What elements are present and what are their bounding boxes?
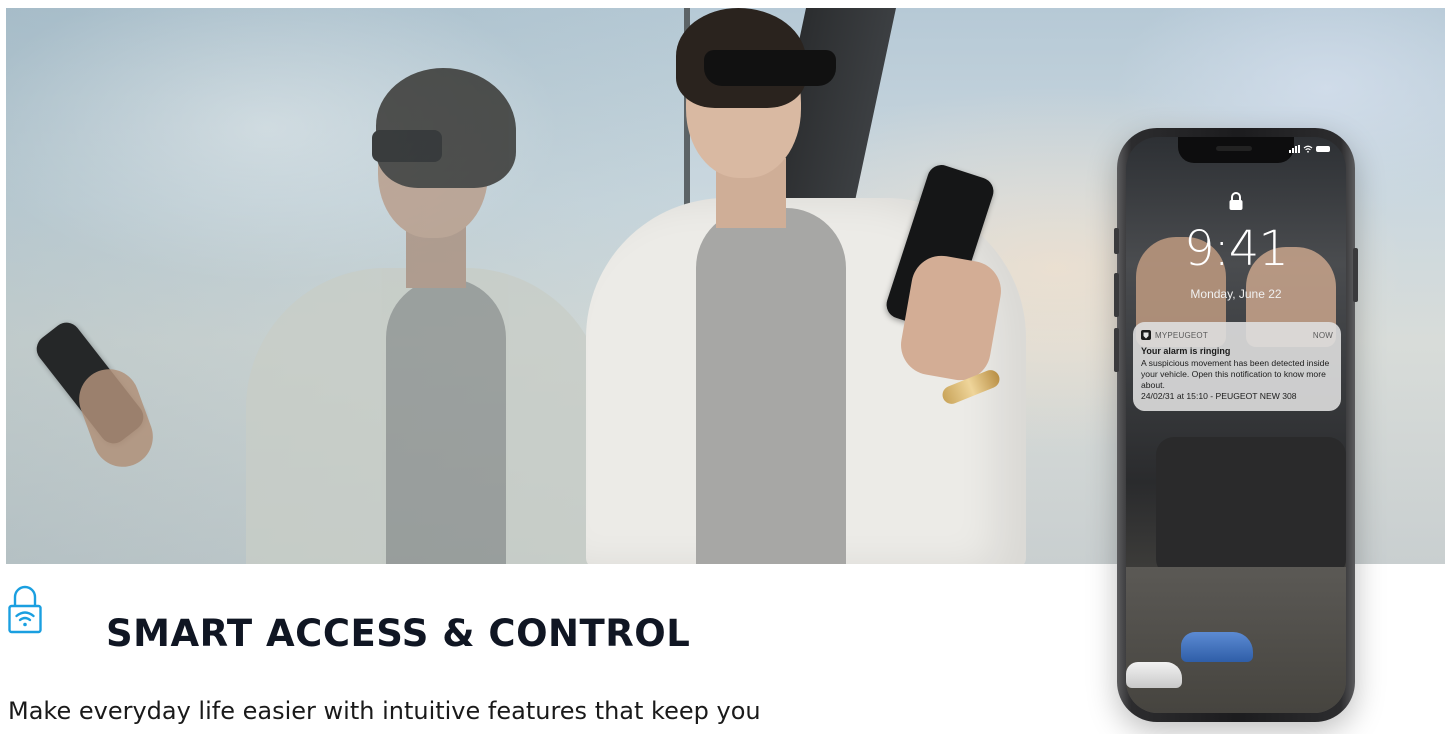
reflection-sunglasses bbox=[372, 130, 442, 162]
feature-description: Make everyday life easier with intuitive… bbox=[8, 697, 761, 725]
notification-app: MYPEUGEOT bbox=[1141, 330, 1208, 340]
phone-volume-up bbox=[1114, 273, 1119, 317]
smartphone-mockup: 9:41 Monday, June 22 MYPEUGEOT NOW Your … bbox=[1114, 128, 1358, 722]
wifi-status-icon bbox=[1303, 145, 1313, 153]
screen-photo-toy-car-white bbox=[1126, 662, 1182, 688]
main-shirt bbox=[696, 208, 846, 564]
phone-speaker bbox=[1216, 146, 1252, 151]
lock-wifi-icon bbox=[8, 585, 42, 634]
mypeugeot-app-icon bbox=[1141, 330, 1151, 340]
screen-photo-car-seat bbox=[1156, 437, 1346, 577]
feature-title: SMART ACCESS & CONTROL bbox=[106, 612, 691, 655]
person-reflection bbox=[186, 68, 606, 564]
page: 9:41 Monday, June 22 MYPEUGEOT NOW Your … bbox=[0, 0, 1445, 734]
phone-volume-down bbox=[1114, 328, 1119, 372]
push-notification[interactable]: MYPEUGEOT NOW Your alarm is ringing A su… bbox=[1133, 322, 1341, 411]
phone-power-button bbox=[1353, 248, 1358, 302]
notification-time: NOW bbox=[1312, 330, 1333, 340]
reflection-shirt bbox=[386, 278, 506, 564]
phone-notch bbox=[1178, 137, 1294, 163]
screen-photo-toy-car-blue bbox=[1181, 632, 1253, 662]
lock-screen-time: 9:41 bbox=[1184, 221, 1289, 277]
lock-screen-date: Monday, June 22 bbox=[1190, 287, 1282, 301]
notification-app-name: MYPEUGEOT bbox=[1155, 330, 1208, 340]
lock-icon bbox=[1229, 192, 1243, 210]
battery-icon bbox=[1316, 146, 1330, 152]
notification-meta: 24/02/31 at 15:10 - PEUGEOT NEW 308 bbox=[1141, 391, 1297, 401]
status-bar bbox=[1289, 145, 1330, 153]
notification-title: Your alarm is ringing bbox=[1141, 346, 1231, 356]
phone-lock-screen: 9:41 Monday, June 22 MYPEUGEOT NOW Your … bbox=[1126, 137, 1346, 713]
phone-silent-switch bbox=[1114, 228, 1119, 254]
main-sunglasses bbox=[704, 50, 836, 86]
reflection-hair bbox=[376, 68, 516, 188]
notification-body: A suspicious movement has been detected … bbox=[1141, 358, 1330, 390]
notification-header: MYPEUGEOT NOW bbox=[1141, 330, 1333, 340]
cellular-signal-icon bbox=[1289, 145, 1300, 153]
